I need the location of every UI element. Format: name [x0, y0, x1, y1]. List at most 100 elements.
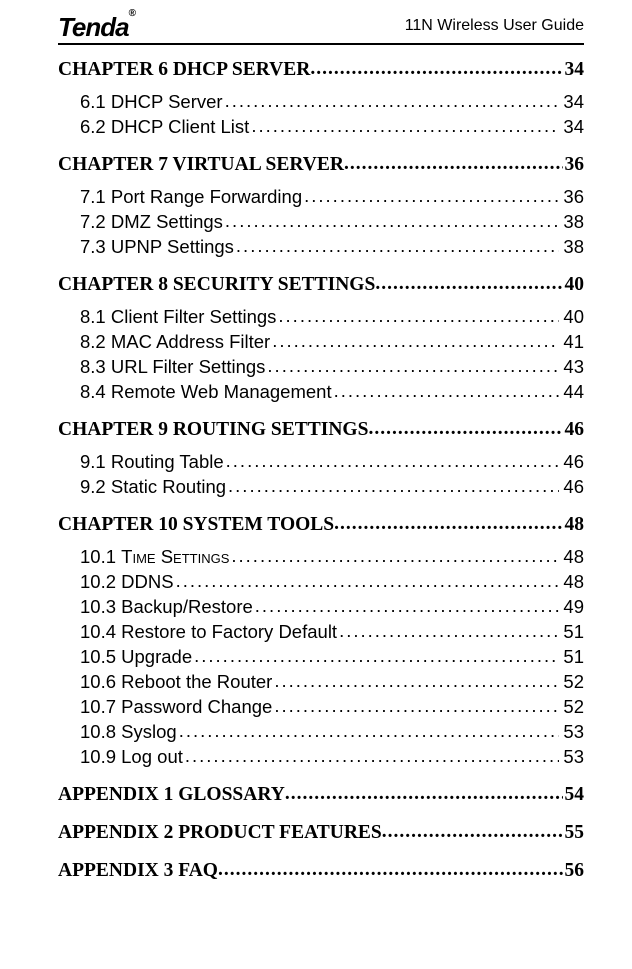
toc-page-number: 40: [559, 306, 584, 328]
toc-page-number: 43: [559, 356, 584, 378]
toc-entry: 8.1 Client Filter Settings 40: [80, 306, 584, 328]
toc-leader-dots: [223, 211, 560, 233]
toc-page-number: 38: [559, 236, 584, 258]
toc-title: 8.4 Remote Web Management: [80, 381, 332, 403]
toc-title: 10.8 Syslog: [80, 721, 177, 743]
toc-page-number: 48: [559, 571, 584, 593]
toc-entry: 10.8 Syslog53: [80, 721, 584, 743]
toc-page-number: 36: [563, 154, 585, 176]
toc-entry: 8.4 Remote Web Management 44: [80, 381, 584, 403]
toc-page-number: 36: [559, 186, 584, 208]
toc-page-number: 46: [563, 419, 585, 441]
toc-leader-dots: [332, 381, 560, 403]
toc-entry: 9.2 Static Routing 46: [80, 476, 584, 498]
toc-leader-dots: [302, 186, 559, 208]
toc-title: APPENDIX 2 PRODUCT FEATURES: [58, 822, 382, 844]
toc-entry: 10.1 Time Settings 48: [80, 546, 584, 568]
toc-chapter: CHAPTER 10 SYSTEM TOOLS 48: [58, 514, 584, 536]
toc-chapter: APPENDIX 2 PRODUCT FEATURES 55: [58, 822, 584, 844]
toc-page-number: 46: [559, 451, 584, 473]
toc-leader-dots: [229, 546, 559, 568]
toc-page-number: 51: [559, 646, 584, 668]
toc-page-number: 34: [559, 116, 584, 138]
toc-title: 7.3 UPNP Settings: [80, 236, 234, 258]
page-header: Tenda® 11N Wireless User Guide: [58, 10, 584, 45]
toc-title: APPENDIX 1 GLOSSARY: [58, 784, 285, 806]
toc-title: CHAPTER 8 SECURITY SETTINGS: [58, 274, 375, 296]
toc-page-number: 51: [559, 621, 584, 643]
toc-chapter: CHAPTER 6 DHCP SERVER 34: [58, 59, 584, 81]
toc-entry: 6.2 DHCP Client List 34: [80, 116, 584, 138]
toc-title: 10.9 Log out: [80, 746, 183, 768]
toc-title: CHAPTER 10 SYSTEM TOOLS: [58, 514, 334, 536]
toc-leader-dots: [382, 822, 563, 844]
toc-title: 7.2 DMZ Settings: [80, 211, 223, 233]
toc-title: 7.1 Port Range Forwarding: [80, 186, 302, 208]
toc-page-number: 34: [559, 91, 584, 113]
toc-title: 10.1 Time Settings: [80, 546, 229, 568]
toc-leader-dots: [183, 746, 560, 768]
toc-leader-dots: [234, 236, 560, 258]
toc-title: CHAPTER 6 DHCP SERVER: [58, 59, 310, 81]
toc-title: 10.5 Upgrade: [80, 646, 192, 668]
toc-title: 8.1 Client Filter Settings: [80, 306, 276, 328]
toc-page-number: 54: [563, 784, 585, 806]
toc-entry: 7.1 Port Range Forwarding 36: [80, 186, 584, 208]
toc-title: 10.7 Password Change: [80, 696, 272, 718]
toc-title: CHAPTER 9 ROUTING SETTINGS: [58, 419, 368, 441]
brand-logo: Tenda®: [58, 12, 135, 43]
toc-entry: 6.1 DHCP Server 34: [80, 91, 584, 113]
toc-title: CHAPTER 7 VIRTUAL SERVER: [58, 154, 344, 176]
toc-page-number: 38: [559, 211, 584, 233]
toc-title: 9.1 Routing Table: [80, 451, 224, 473]
toc-leader-dots: [310, 59, 562, 81]
toc-leader-dots: [249, 116, 559, 138]
toc-entry: 10.6 Reboot the Router 52: [80, 671, 584, 693]
toc-chapter: CHAPTER 7 VIRTUAL SERVER 36: [58, 154, 584, 176]
toc-entry: 8.3 URL Filter Settings 43: [80, 356, 584, 378]
toc-leader-dots: [177, 721, 560, 743]
toc-page-number: 49: [559, 596, 584, 618]
toc-title: 10.3 Backup/Restore: [80, 596, 253, 618]
toc-chapter: CHAPTER 9 ROUTING SETTINGS 46: [58, 419, 584, 441]
toc-page-number: 34: [563, 59, 585, 81]
toc-entry: 9.1 Routing Table 46: [80, 451, 584, 473]
toc-title: 6.1 DHCP Server: [80, 91, 223, 113]
toc-leader-dots: [224, 451, 560, 473]
toc-page-number: 56: [563, 860, 585, 882]
toc-title: 6.2 DHCP Client List: [80, 116, 249, 138]
toc-leader-dots: [344, 154, 563, 176]
toc-leader-dots: [223, 91, 560, 113]
table-of-contents: CHAPTER 6 DHCP SERVER 34 6.1 DHCP Server 34…: [58, 59, 584, 882]
logo-mark: ®: [129, 8, 135, 19]
toc-title: 8.3 URL Filter Settings: [80, 356, 265, 378]
toc-entry: 10.9 Log out53: [80, 746, 584, 768]
logo-text: Tenda: [58, 12, 129, 42]
toc-leader-dots: [253, 596, 560, 618]
toc-entry: 7.3 UPNP Settings 38: [80, 236, 584, 258]
toc-entry: 10.3 Backup/Restore 49: [80, 596, 584, 618]
toc-chapter: APPENDIX 3 FAQ 56: [58, 860, 584, 882]
toc-title: APPENDIX 3 FAQ: [58, 860, 218, 882]
toc-leader-dots: [226, 476, 559, 498]
toc-page-number: 48: [563, 514, 585, 536]
toc-title: 9.2 Static Routing: [80, 476, 226, 498]
toc-page-number: 48: [559, 546, 584, 568]
toc-page-number: 46: [559, 476, 584, 498]
toc-page-number: 55: [563, 822, 585, 844]
toc-entry: 10.4 Restore to Factory Default 51: [80, 621, 584, 643]
toc-leader-dots: [218, 860, 563, 882]
toc-title: 8.2 MAC Address Filter: [80, 331, 270, 353]
toc-page-number: 52: [559, 671, 584, 693]
toc-leader-dots: [334, 514, 562, 536]
toc-leader-dots: [272, 671, 559, 693]
toc-title: 10.2 DDNS: [80, 571, 174, 593]
toc-page-number: 44: [559, 381, 584, 403]
toc-page-number: 52: [559, 696, 584, 718]
toc-title: 10.6 Reboot the Router: [80, 671, 272, 693]
toc-leader-dots: [285, 784, 563, 806]
header-title: 11N Wireless User Guide: [405, 17, 584, 35]
toc-leader-dots: [270, 331, 559, 353]
toc-title: 10.4 Restore to Factory Default: [80, 621, 337, 643]
toc-leader-dots: [192, 646, 559, 668]
